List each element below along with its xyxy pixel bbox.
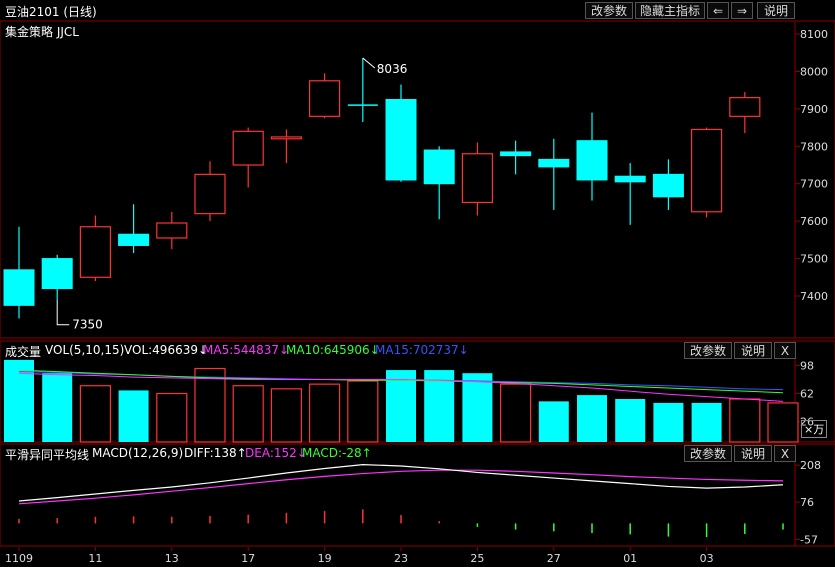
- candle-body: [538, 158, 570, 168]
- candle-body: [461, 153, 493, 204]
- candle-body: [614, 175, 646, 183]
- vol-help-button[interactable]: 说明: [734, 342, 772, 359]
- macd-hist-value: MACD:-28↑: [302, 446, 372, 460]
- x-tick-label: 19: [318, 552, 332, 565]
- x-tick-label: 11: [88, 552, 102, 565]
- macd-diff-value: DIFF:138↑: [184, 446, 247, 460]
- candle-body: [41, 258, 73, 290]
- vol-ma10-value: MA10:645906↓: [286, 343, 380, 357]
- candle-body: [270, 136, 302, 140]
- volume-bar: [729, 398, 761, 443]
- x-tick-label: 13: [165, 552, 179, 565]
- macd-params-button[interactable]: 改参数: [684, 445, 732, 462]
- x-tick-label: 01: [623, 552, 637, 565]
- volume-bar: [79, 385, 112, 443]
- macd-dea-value: DEA:152↓: [245, 446, 307, 460]
- vol-value: VOL:496639↓: [124, 343, 209, 357]
- y-tick-label: 7700: [800, 178, 828, 191]
- candle-body: [3, 269, 35, 306]
- max-price-label: 8036: [377, 62, 408, 76]
- vol-indicator-formula: VOL(5,10,15): [45, 343, 125, 357]
- candle-body: [423, 149, 455, 185]
- candle-body: [385, 99, 417, 181]
- macd-close-button[interactable]: X: [774, 445, 796, 462]
- volume-bar: [156, 392, 188, 443]
- candlestick-chart: 7400 7500 7600 7700 7800 7900 8000 8100 8036 7350: [0, 20, 835, 339]
- macd-panel: -57 76 208 平滑异同平均线 MACD(12,26,9) DIFF:138↑…: [0, 443, 835, 547]
- x-axis: 1109 11 13 17 19 23 25 27 01 03: [5, 547, 714, 565]
- volume-unit-label: ×万: [801, 420, 828, 438]
- candle-body: [690, 128, 723, 213]
- y-tick-label: -57: [800, 533, 818, 546]
- candle-body: [309, 80, 341, 117]
- volume-bar: [653, 402, 684, 442]
- candle-body: [652, 173, 684, 198]
- x-tick-label: 25: [470, 552, 484, 565]
- candle-body: [576, 140, 608, 181]
- volume-bar: [767, 402, 799, 443]
- candle-body: [79, 226, 112, 278]
- candle-body: [156, 222, 188, 239]
- x-tick-label: 1109: [5, 552, 33, 565]
- candle-body: [232, 130, 264, 166]
- y-tick-label: 7400: [800, 290, 828, 303]
- price-panel: 豆油2101 (日线) 改参数 隐藏主指标 ⇐ ⇒ 说明 集金策略 JJCL 7…: [0, 0, 835, 340]
- candle-body: [500, 151, 532, 157]
- min-price-label: 7350: [72, 318, 103, 332]
- y-tick-label: 7600: [800, 215, 828, 228]
- y-tick-label: 7800: [800, 140, 828, 153]
- macd-panel-header: 平滑异同平均线 MACD(12,26,9) DIFF:138↑ DEA:152↓…: [0, 443, 835, 464]
- volume-bar: [538, 401, 569, 442]
- x-tick-label: 27: [547, 552, 561, 565]
- vol-indicator-name: 成交量: [5, 345, 42, 359]
- x-tick-label: 17: [241, 552, 255, 565]
- volume-bar: [194, 367, 226, 443]
- volume-panel-header: 成交量 VOL(5,10,15) VOL:496639↓ MA5:544837↓…: [0, 340, 835, 361]
- candle-body: [729, 97, 761, 117]
- volume-bar: [232, 385, 264, 443]
- volume-bar: [347, 380, 379, 443]
- vol-ma5-value: MA5:544837↓: [203, 343, 290, 357]
- volume-bar: [309, 383, 341, 443]
- volume-bar: [691, 402, 722, 442]
- diff-line: [18, 463, 784, 502]
- y-tick-label: 7900: [800, 103, 828, 116]
- volume-bar: [500, 383, 532, 443]
- min-price-pointer: [56, 299, 70, 326]
- y-tick-label: 76: [800, 496, 814, 509]
- x-tick-label: 03: [700, 552, 714, 565]
- macd-indicator-name: 平滑异同平均线: [5, 448, 90, 462]
- volume-bar: [270, 388, 302, 443]
- y-tick-label: 62: [800, 388, 814, 401]
- y-tick-label: 8000: [800, 65, 828, 78]
- macd-help-button[interactable]: 说明: [734, 445, 772, 462]
- volume-bar: [577, 395, 607, 442]
- vol-close-button[interactable]: X: [774, 342, 796, 359]
- vol-ma15-value: MA15:702737↓: [375, 343, 469, 357]
- x-tick-label: 23: [394, 552, 408, 565]
- volume-bar: [615, 399, 646, 442]
- y-tick-label: 7500: [800, 253, 828, 266]
- candle-body: [118, 233, 150, 246]
- y-tick-label: 98: [800, 359, 814, 372]
- max-price-pointer: [362, 57, 376, 69]
- candle-body: [194, 173, 226, 215]
- volume-bar: [42, 373, 73, 442]
- vol-params-button[interactable]: 改参数: [684, 342, 732, 359]
- macd-indicator-formula: MACD(12,26,9): [92, 446, 184, 460]
- y-tick-label: 8100: [800, 28, 828, 41]
- volume-bar: [462, 373, 493, 442]
- volume-bar: [118, 390, 149, 442]
- volume-panel: 26 62 98 成交量 VOL(5,10,15) VOL:496639↓ MA5:…: [0, 340, 835, 443]
